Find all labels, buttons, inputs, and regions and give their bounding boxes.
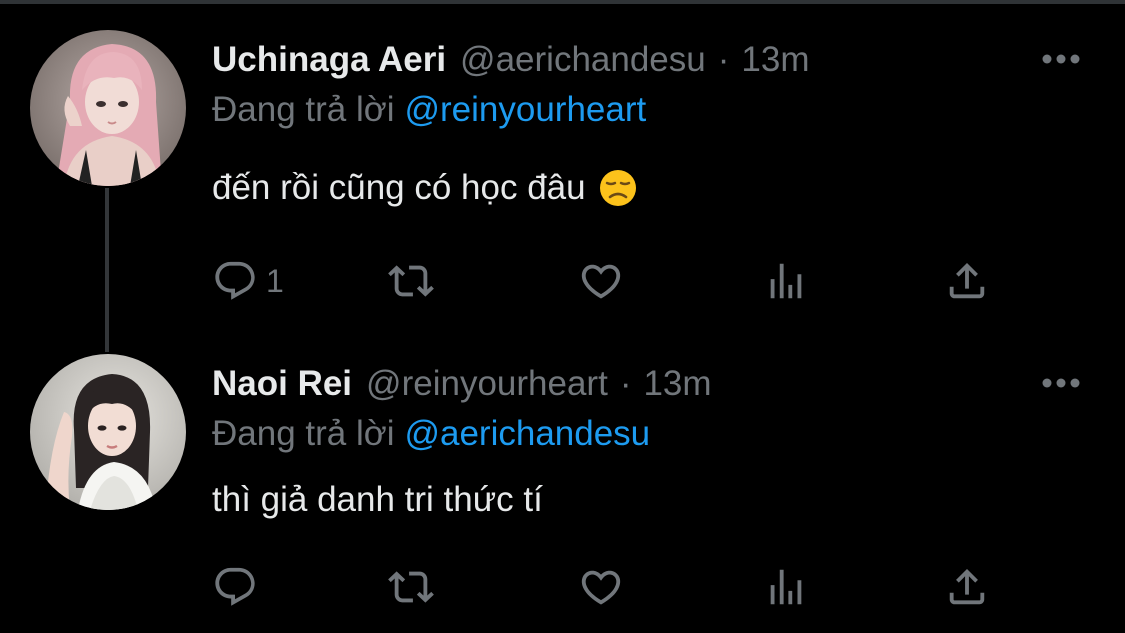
- reply-prefix: Đang trả lời: [212, 414, 395, 453]
- views-icon: [770, 263, 802, 299]
- share-button[interactable]: [944, 256, 990, 306]
- tweet[interactable]: Uchinaga Aeri @aerichandesu · 13m Đang t…: [0, 0, 1125, 320]
- share-icon: [949, 568, 985, 605]
- tweet-text-content: đến rồi cũng có học đâu: [212, 168, 586, 207]
- avatar[interactable]: [30, 30, 186, 186]
- like-icon: [581, 570, 621, 605]
- reply-button[interactable]: 1: [212, 256, 284, 306]
- replying-to: Đang trả lời @reinyourheart: [212, 88, 646, 132]
- reply-count: 1: [266, 262, 284, 299]
- user-handle[interactable]: @aerichandesu: [460, 38, 706, 82]
- like-button[interactable]: [578, 562, 624, 612]
- reply-icon: [215, 567, 255, 606]
- retweet-button[interactable]: [388, 562, 434, 612]
- replying-to: Đang trả lời @aerichandesu: [212, 412, 650, 456]
- like-button[interactable]: [578, 256, 624, 306]
- tweet-header: Uchinaga Aeri @aerichandesu · 13m: [212, 38, 809, 82]
- tweet-text: thì giả danh tri thức tí: [212, 478, 543, 522]
- disappointed-face-emoji: [598, 168, 638, 208]
- views-button[interactable]: [763, 256, 809, 306]
- more-icon[interactable]: [1039, 368, 1083, 398]
- reply-to-handle[interactable]: @aerichandesu: [404, 414, 650, 453]
- tweet[interactable]: Naoi Rei @reinyourheart · 13m Đang trả l…: [0, 322, 1125, 633]
- display-name[interactable]: Naoi Rei: [212, 362, 352, 406]
- share-icon: [949, 262, 985, 299]
- avatar[interactable]: [30, 354, 186, 510]
- retweet-button[interactable]: [388, 256, 434, 306]
- timestamp[interactable]: 13m: [643, 362, 711, 406]
- share-button[interactable]: [944, 562, 990, 612]
- views-icon: [770, 569, 802, 605]
- retweet-icon: [388, 571, 434, 603]
- like-icon: [581, 264, 621, 299]
- retweet-icon: [388, 265, 434, 297]
- tweet-actions: [212, 562, 1012, 612]
- more-icon[interactable]: [1039, 44, 1083, 74]
- tweet-text: đến rồi cũng có học đâu: [212, 166, 638, 210]
- reply-to-handle[interactable]: @reinyourheart: [404, 90, 646, 129]
- user-handle[interactable]: @reinyourheart: [366, 362, 608, 406]
- tweet-actions: 1: [212, 256, 1012, 306]
- reply-prefix: Đang trả lời: [212, 90, 395, 129]
- timestamp[interactable]: 13m: [741, 38, 809, 82]
- tweet-text-content: thì giả danh tri thức tí: [212, 480, 543, 519]
- reply-icon: [215, 261, 255, 300]
- separator-dot: ·: [717, 40, 730, 79]
- tweet-header: Naoi Rei @reinyourheart · 13m: [212, 362, 712, 406]
- reply-button[interactable]: [212, 562, 266, 612]
- views-button[interactable]: [763, 562, 809, 612]
- separator-dot: ·: [619, 364, 632, 403]
- display-name[interactable]: Uchinaga Aeri: [212, 38, 446, 82]
